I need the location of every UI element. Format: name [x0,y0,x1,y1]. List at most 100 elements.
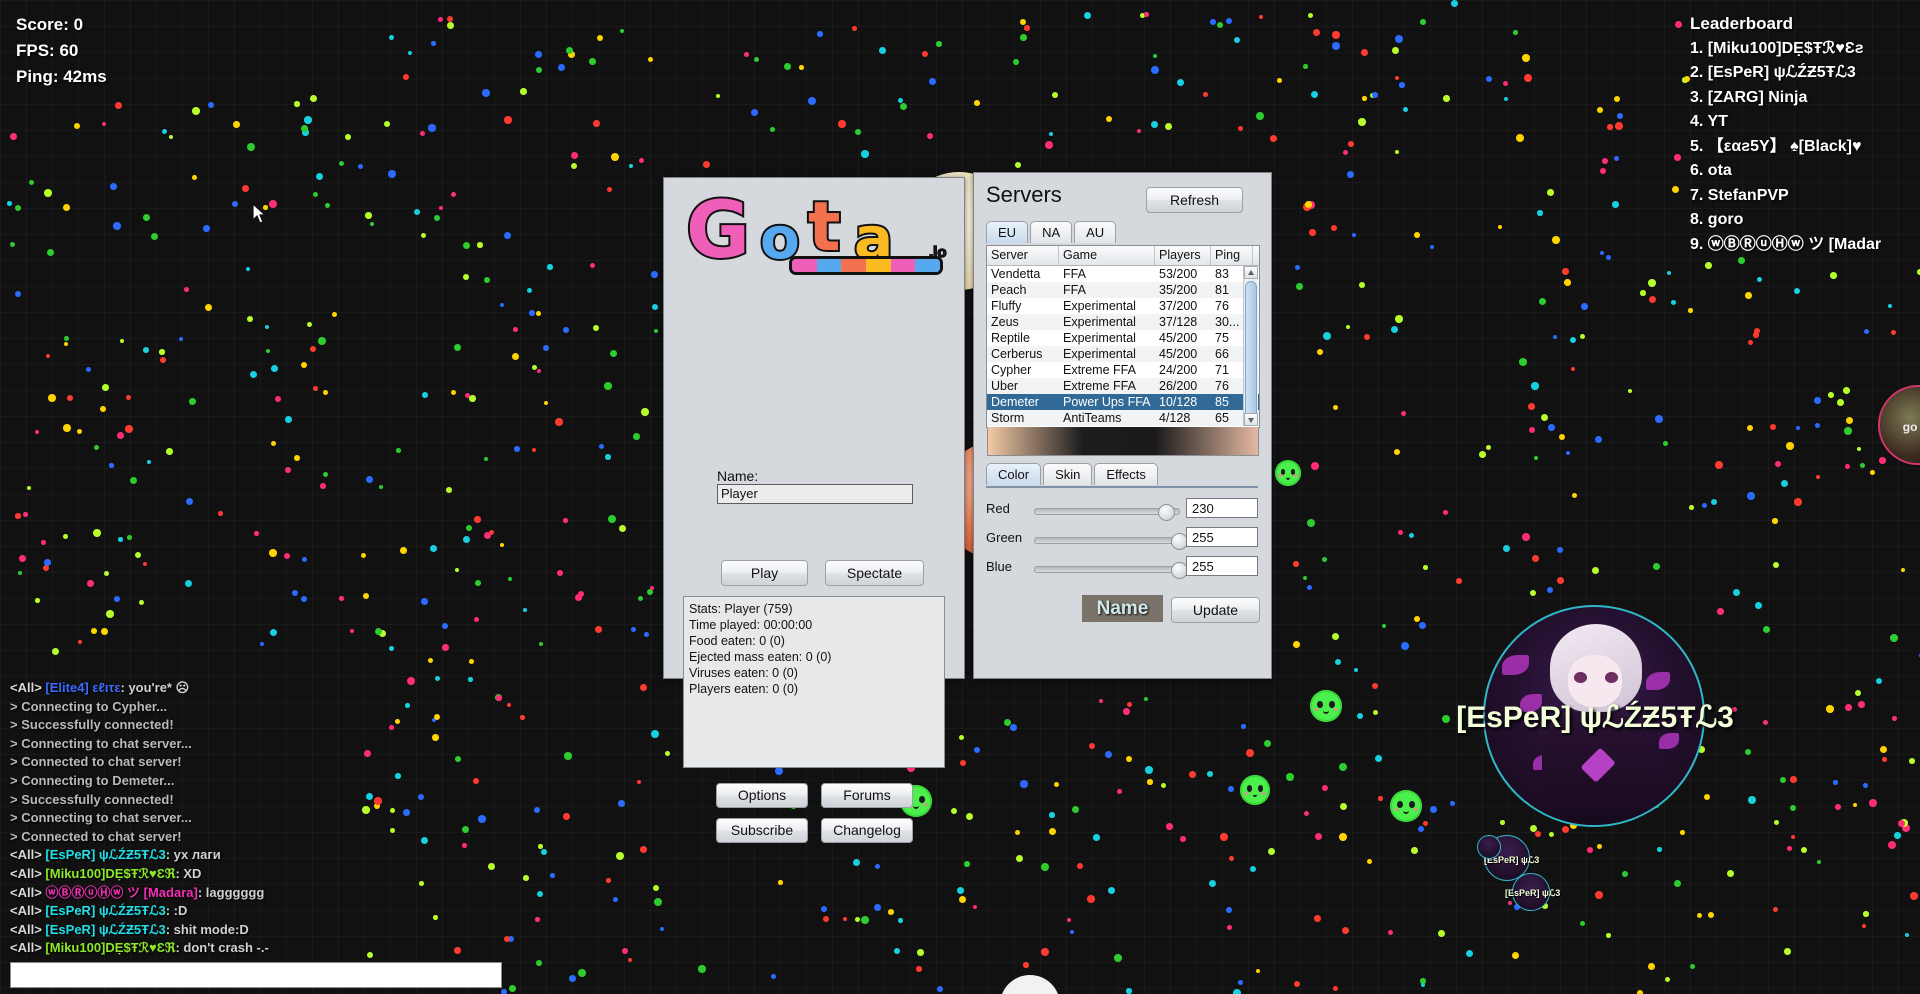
food-pellet [1843,387,1850,394]
food-pellet [874,904,881,911]
food-pellet [879,47,886,54]
table-row[interactable]: Storm AntiTeams 4/128 65 [987,410,1259,426]
table-row[interactable]: Cerberus Experimental 45/200 66 [987,346,1259,362]
spectate-button[interactable]: Spectate [825,560,924,586]
edge-player-cell-label: go [1902,420,1918,435]
food-pellet [475,580,481,586]
food-pellet [1733,589,1740,596]
tab-na[interactable]: NA [1030,221,1073,243]
scrollbar-thumb[interactable] [1245,281,1257,423]
cell-players: 45/200 [1159,347,1198,361]
region-tabs[interactable]: EU NA AU [986,221,1117,243]
server-table-header: Server Game Players Ping [987,246,1259,266]
slider-row-red[interactable]: Red 230 [986,498,1258,521]
food-pellet [1535,831,1541,837]
name-input[interactable] [717,484,913,504]
green-value[interactable]: 255 [1186,527,1258,547]
food-pellet [205,304,212,311]
food-pellet [1333,986,1338,991]
scroll-up-button[interactable] [1244,266,1258,279]
food-pellet [703,161,710,168]
server-list-scrollbar[interactable] [1243,266,1258,426]
food-pellet [447,22,454,29]
table-row[interactable]: Demeter Power Ups FFA 10/128 85 [987,394,1259,410]
tab-eu[interactable]: EU [986,221,1029,243]
food-pellet [1597,107,1603,113]
refresh-button[interactable]: Refresh [1146,187,1243,213]
subscribe-button[interactable]: Subscribe [716,818,808,843]
table-row[interactable]: Zeus Experimental 37/128 30... [987,314,1259,330]
food-pellet [861,150,869,158]
forums-button[interactable]: Forums [821,783,913,808]
col-players: Players [1155,246,1211,265]
table-row[interactable]: Cypher Extreme FFA 24/200 71 [987,362,1259,378]
food-pellet [1657,847,1662,852]
server-rows[interactable]: Vendetta FFA 53/200 83 Peach FFA 35/200 81 Fluff… [987,266,1259,427]
green-track[interactable] [1034,533,1188,550]
food-pellet [109,463,114,468]
blue-value[interactable]: 255 [1186,556,1258,576]
food-pellet [578,969,586,977]
red-track[interactable] [1034,504,1180,521]
options-button[interactable]: Options [716,783,808,808]
chat-line: <All> [Miku100]DẸ$Ŧℛ♥Ɛℜ: don't crash -.- [10,939,340,958]
food-pellet [1830,272,1837,279]
main-menu-dialog[interactable]: G o t a .io Name: Play Spectate Stats: P… [663,177,965,843]
slider-row-green[interactable]: Green 255 [986,527,1258,550]
food-pellet [15,291,21,297]
table-row[interactable]: Reptile Experimental 45/200 75 [987,330,1259,346]
food-pellet [422,392,428,398]
table-row[interactable]: Uber Extreme FFA 26/200 76 [987,378,1259,394]
scroll-down-button[interactable] [1244,413,1258,426]
food-pellet [838,120,846,128]
chat-line: <All> [EsPeR] ψℒŹƵ5Ŧℒ3: ух лаги [10,846,340,865]
chat-line: <All> [Elite4] εℓιτε: you're* ☹ [10,679,340,698]
tab-au[interactable]: AU [1074,221,1117,243]
food-pellet [523,875,529,881]
blue-track[interactable] [1034,562,1188,579]
table-row[interactable]: Peach FFA 35/200 81 [987,282,1259,298]
food-pellet [607,187,612,192]
food-pellet [1708,912,1714,918]
food-pellet [513,327,518,332]
chat-input[interactable] [10,962,502,988]
table-row[interactable]: Vendetta FFA 53/200 83 [987,266,1259,282]
food-pellet [469,395,476,402]
cell-game: FFA [1063,283,1086,297]
servers-dialog[interactable]: Servers Refresh EU NA AU Server Game Playe… [973,172,1272,679]
update-button[interactable]: Update [1171,597,1260,623]
tab-skin[interactable]: Skin [1043,463,1093,485]
appearance-tabs[interactable]: Color Skin Effects [986,463,1158,485]
stat-line: Stats: Player (759) [689,602,793,616]
red-value[interactable]: 230 [1186,498,1258,518]
food-pellet [363,593,369,599]
food-pellet [1144,12,1149,17]
food-pellet [550,873,555,878]
changelog-button[interactable]: Changelog [821,818,913,843]
background-cell-behind-dialog [987,427,1259,456]
food-pellet [1296,283,1303,290]
food-pellet [1123,708,1130,715]
food-pellet [1126,988,1132,994]
food-pellet [1826,705,1834,713]
slider-row-blue[interactable]: Blue 255 [986,556,1258,579]
mini-cell-2-label: [EsPeR] ψℒ3 [1505,888,1561,898]
food-pellet [320,483,326,489]
play-button[interactable]: Play [721,560,808,586]
food-pellet [917,949,924,956]
stat-line: Food eaten: 0 (0) [689,634,785,648]
food-pellet [1207,771,1213,777]
food-pellet [323,472,328,477]
red-knob[interactable] [1157,504,1175,521]
food-pellet [1479,451,1486,458]
food-pellet [7,201,12,206]
server-list-table[interactable]: Server Game Players Ping Vendetta FFA 53/2… [986,245,1260,428]
cell-server: Reptile [991,331,1030,345]
food-pellet [1309,229,1316,236]
chat-separator: : [165,921,174,937]
tab-effects[interactable]: Effects [1094,463,1158,485]
food-pellet [1333,405,1338,410]
table-row[interactable]: Fluffy Experimental 37/200 76 [987,298,1259,314]
tab-color[interactable]: Color [986,463,1042,485]
food-pellet [1210,19,1216,25]
